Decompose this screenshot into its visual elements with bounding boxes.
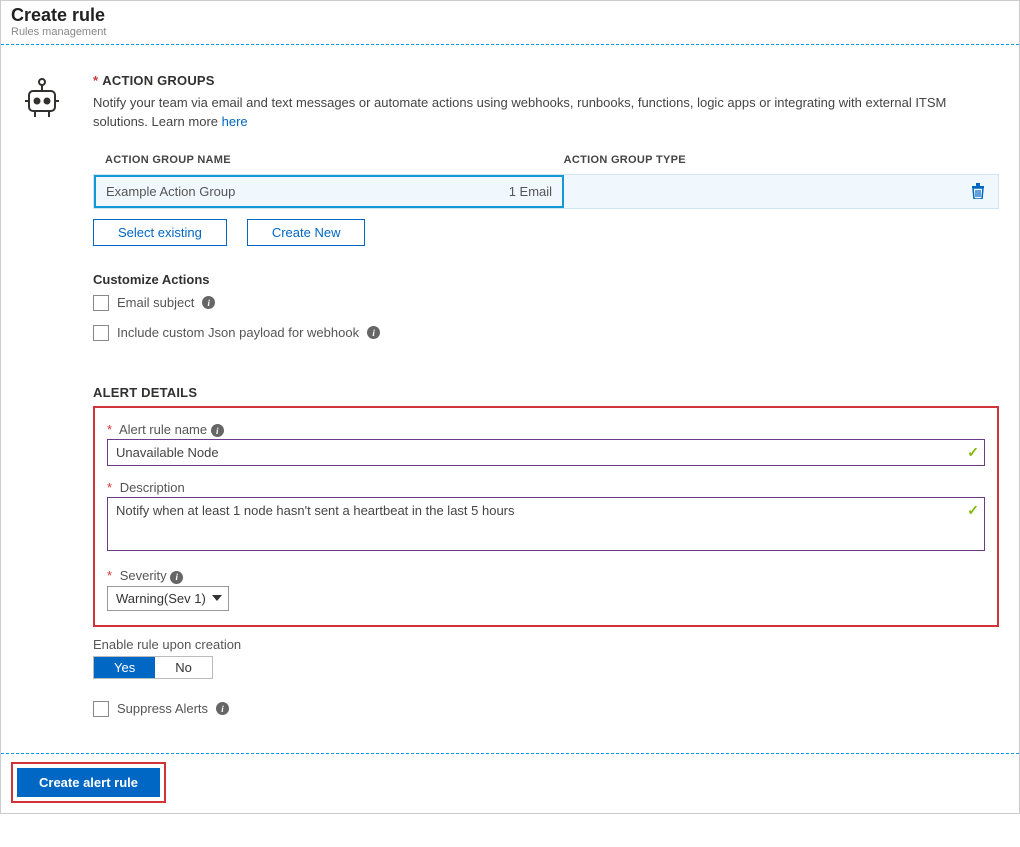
create-alert-rule-button[interactable]: Create alert rule xyxy=(17,768,160,797)
column-header-name: ACTION GROUP NAME xyxy=(105,154,564,166)
robot-icon xyxy=(23,77,93,119)
suppress-alerts-label: Suppress Alerts xyxy=(117,701,208,716)
create-new-button[interactable]: Create New xyxy=(247,219,366,246)
suppress-alerts-checkbox[interactable] xyxy=(93,701,109,717)
valid-check-icon: ✓ xyxy=(967,444,979,461)
json-payload-checkbox[interactable] xyxy=(93,325,109,341)
page-title: Create rule xyxy=(11,5,1009,26)
action-groups-desc: Notify your team via email and text mess… xyxy=(93,94,999,132)
json-payload-label: Include custom Json payload for webhook xyxy=(117,325,359,340)
learn-more-link[interactable]: here xyxy=(222,114,248,129)
alert-rule-name-label: Alert rule name xyxy=(119,422,207,437)
action-group-name: Example Action Group xyxy=(106,184,235,199)
alert-details-heading: ALERT DETAILS xyxy=(93,385,999,400)
severity-select[interactable]: Warning(Sev 1) xyxy=(107,586,229,611)
create-button-highlight: Create alert rule xyxy=(11,762,166,803)
action-group-row[interactable]: Example Action Group 1 Email xyxy=(93,174,999,209)
required-indicator: * xyxy=(107,422,112,437)
required-indicator: * xyxy=(107,568,112,583)
description-input[interactable] xyxy=(107,497,985,551)
alert-details-highlight: * Alert rule name i ✓ * Description xyxy=(93,406,999,627)
select-existing-button[interactable]: Select existing xyxy=(93,219,227,246)
required-indicator: * xyxy=(93,73,98,88)
action-group-count: 1 Email xyxy=(509,184,552,199)
enable-rule-label: Enable rule upon creation xyxy=(93,637,999,652)
email-subject-checkbox[interactable] xyxy=(93,295,109,311)
info-icon[interactable]: i xyxy=(216,702,229,715)
info-icon[interactable]: i xyxy=(211,424,224,437)
enable-yes-button[interactable]: Yes xyxy=(94,657,155,678)
enable-no-button[interactable]: No xyxy=(155,657,212,678)
action-groups-heading: *ACTION GROUPS xyxy=(93,73,999,88)
breadcrumb: Rules management xyxy=(11,26,1009,38)
description-label: Description xyxy=(120,480,185,495)
page-header: Create rule Rules management xyxy=(1,1,1019,44)
info-icon[interactable]: i xyxy=(202,296,215,309)
enable-rule-toggle: Yes No xyxy=(93,656,213,679)
column-header-type: ACTION GROUP TYPE xyxy=(564,154,987,166)
valid-check-icon: ✓ xyxy=(967,502,979,519)
info-icon[interactable]: i xyxy=(170,571,183,584)
customize-actions-heading: Customize Actions xyxy=(93,272,999,287)
action-group-table-header: ACTION GROUP NAME ACTION GROUP TYPE xyxy=(93,154,999,166)
required-indicator: * xyxy=(107,480,112,495)
delete-action-group-button[interactable] xyxy=(958,183,998,199)
alert-rule-name-input[interactable] xyxy=(107,439,985,466)
info-icon[interactable]: i xyxy=(367,326,380,339)
severity-label: Severity xyxy=(120,568,167,583)
email-subject-label: Email subject xyxy=(117,295,194,310)
